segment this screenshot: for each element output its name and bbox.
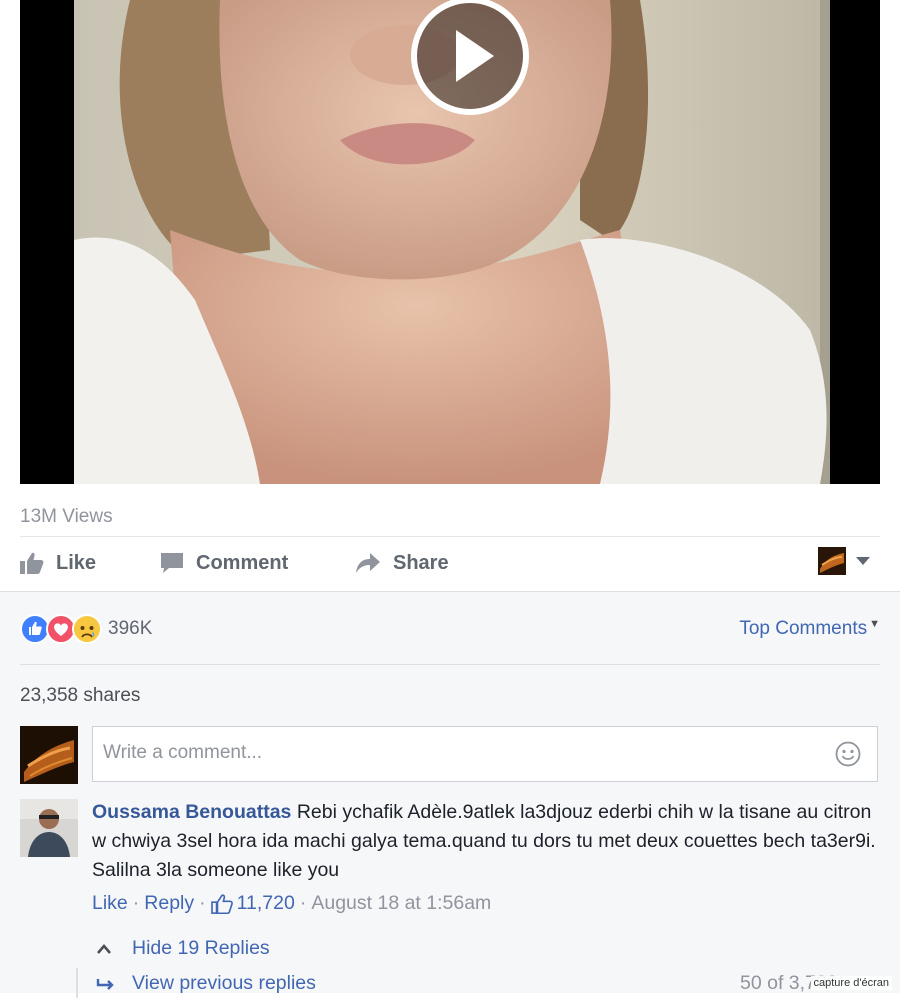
divider [20, 536, 880, 537]
comment-text-block: Oussama Benouattas Rebi ychafik Adèle.9a… [92, 798, 882, 885]
sad-icon [72, 614, 102, 644]
reaction-count: 396K [108, 618, 153, 639]
thumbs-up-icon [20, 552, 44, 574]
like-button[interactable]: Like [20, 545, 96, 581]
chevron-down-icon [856, 557, 870, 565]
avatar[interactable] [20, 726, 78, 784]
comment-timestamp[interactable]: August 18 at 1:56am [311, 892, 491, 915]
view-count: 13M Views [20, 506, 113, 527]
comment-like-count[interactable]: 11,720 [237, 892, 295, 915]
hide-replies-link[interactable]: Hide 19 Replies [96, 937, 270, 960]
audience-selector[interactable] [818, 547, 872, 575]
separator-dot: · [132, 892, 140, 914]
separator-dot: · [199, 892, 206, 914]
comments-section: 396K Top Comments▼ 23,358 shares Oussama… [0, 591, 900, 998]
reactions-summary[interactable]: 396K [20, 614, 152, 644]
separator-dot: · [299, 892, 307, 914]
reply-arrow-icon [96, 978, 114, 990]
comment-author[interactable]: Oussama Benouattas [92, 801, 291, 823]
action-bar: Like Comment Share [20, 545, 880, 585]
share-count[interactable]: 23,358 shares [20, 685, 140, 707]
like-label: Like [56, 551, 97, 574]
sort-comments-dropdown[interactable]: Top Comments ▼ [739, 618, 880, 640]
comment-button[interactable]: Comment [160, 545, 288, 581]
video-player[interactable] [20, 0, 880, 484]
divider [20, 664, 880, 665]
caret-down-icon: ▼ [869, 618, 880, 630]
comment-label: Comment [196, 551, 289, 574]
reply-thread-line [76, 968, 78, 998]
comment-composer[interactable] [92, 726, 878, 782]
share-arrow-icon [356, 553, 380, 573]
play-icon[interactable] [410, 0, 530, 115]
comment-icon [161, 553, 183, 573]
share-label: Share [393, 551, 449, 574]
comment-actions: Like · Reply · 11,720 · August 18 at 1:5… [92, 892, 491, 915]
avatar[interactable] [20, 799, 78, 857]
sort-label: Top Comments [739, 618, 868, 639]
emoji-icon[interactable] [835, 741, 861, 767]
comment-input[interactable] [93, 727, 813, 779]
avatar [818, 547, 846, 575]
watermark: capture d'écran [810, 976, 892, 990]
hide-replies-label: Hide 19 Replies [132, 937, 270, 959]
comment-reply-link[interactable]: Reply [144, 892, 194, 915]
chevron-up-icon [97, 943, 111, 954]
share-button[interactable]: Share [355, 545, 449, 581]
thumbs-up-outline-icon[interactable] [210, 893, 233, 914]
comment-like-link[interactable]: Like [92, 892, 128, 915]
